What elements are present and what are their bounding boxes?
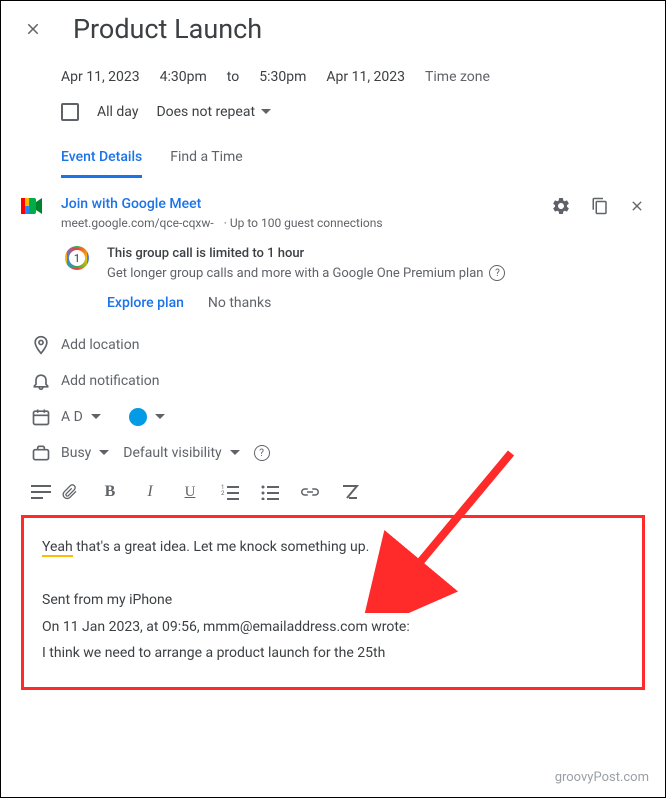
to-label: to — [227, 69, 239, 85]
clear-format-icon[interactable] — [341, 483, 359, 501]
end-time[interactable]: 5:30pm — [259, 69, 306, 85]
no-thanks-link[interactable]: No thanks — [208, 295, 271, 311]
timezone-link[interactable]: Time zone — [425, 69, 490, 85]
chevron-down-icon — [99, 450, 109, 456]
tab-find-a-time[interactable]: Find a Time — [170, 149, 243, 178]
attachment-icon[interactable] — [61, 483, 79, 501]
meet-remove-icon[interactable] — [629, 198, 645, 214]
tab-event-details[interactable]: Event Details — [61, 149, 142, 178]
desc-line4: I think we need to arrange a product lau… — [42, 640, 624, 667]
svg-text:2: 2 — [221, 490, 225, 497]
notification-input[interactable]: Add notification — [61, 373, 645, 389]
meet-copy-icon[interactable] — [591, 196, 609, 216]
location-icon — [21, 335, 61, 355]
event-title[interactable]: Product Launch — [73, 13, 262, 45]
calendar-owner-label: A D — [61, 409, 83, 425]
meet-settings-icon[interactable] — [551, 196, 571, 216]
visibility-dropdown[interactable]: Default visibility — [123, 445, 239, 461]
chevron-down-icon — [155, 414, 165, 420]
start-date[interactable]: Apr 11, 2023 — [61, 69, 140, 85]
busy-label: Busy — [61, 445, 91, 461]
watermark: groovyPost.com — [555, 770, 649, 785]
briefcase-icon — [21, 443, 61, 463]
explore-plan-link[interactable]: Explore plan — [107, 295, 184, 311]
link-icon[interactable] — [301, 483, 319, 501]
start-time[interactable]: 4:30pm — [160, 69, 207, 85]
meet-guests: · Up to 100 guest connections — [224, 216, 383, 230]
visibility-help-icon[interactable]: ? — [254, 445, 270, 461]
bell-icon — [21, 371, 61, 391]
calendar-owner-dropdown[interactable]: A D — [61, 409, 101, 425]
chevron-down-icon — [230, 450, 240, 456]
visibility-label: Default visibility — [123, 445, 221, 461]
color-dropdown[interactable] — [129, 408, 165, 426]
chevron-down-icon — [91, 414, 101, 420]
close-icon[interactable] — [21, 17, 45, 41]
repeat-label: Does not repeat — [156, 104, 255, 120]
chevron-down-icon — [261, 107, 271, 117]
meet-icon — [21, 196, 45, 216]
bold-icon[interactable]: B — [101, 483, 119, 501]
allday-label: All day — [97, 104, 138, 120]
end-date[interactable]: Apr 11, 2023 — [326, 69, 405, 85]
promo-title: This group call is limited to 1 hour — [107, 246, 505, 261]
repeat-dropdown[interactable]: Does not repeat — [156, 104, 271, 120]
desc-line2: Sent from my iPhone — [42, 587, 624, 614]
meet-link[interactable]: Join with Google Meet — [61, 196, 535, 212]
calendar-icon — [21, 407, 61, 427]
busy-dropdown[interactable]: Busy — [61, 445, 109, 461]
description-icon — [21, 484, 61, 500]
meet-url: meet.google.com/qce-cqxw- — [61, 216, 214, 230]
desc-line1: that's a great idea. Let me knock someth… — [73, 539, 370, 555]
help-icon[interactable]: ? — [489, 265, 505, 281]
underline-icon[interactable]: U — [181, 483, 199, 501]
desc-word-flagged: Yeah — [42, 539, 73, 557]
numbered-list-icon[interactable]: 12 — [221, 483, 239, 501]
bullet-list-icon[interactable] — [261, 483, 279, 501]
event-color-dot — [129, 408, 147, 426]
desc-line3: On 11 Jan 2023, at 09:56, mmm@emailaddre… — [42, 614, 624, 641]
italic-icon[interactable]: I — [141, 483, 159, 501]
allday-checkbox[interactable] — [61, 103, 79, 121]
google-one-icon: 1 — [65, 246, 89, 270]
promo-subtitle: Get longer group calls and more with a G… — [107, 266, 483, 281]
description-textarea[interactable]: Yeah that's a great idea. Let me knock s… — [21, 515, 645, 690]
location-input[interactable]: Add location — [61, 337, 645, 353]
